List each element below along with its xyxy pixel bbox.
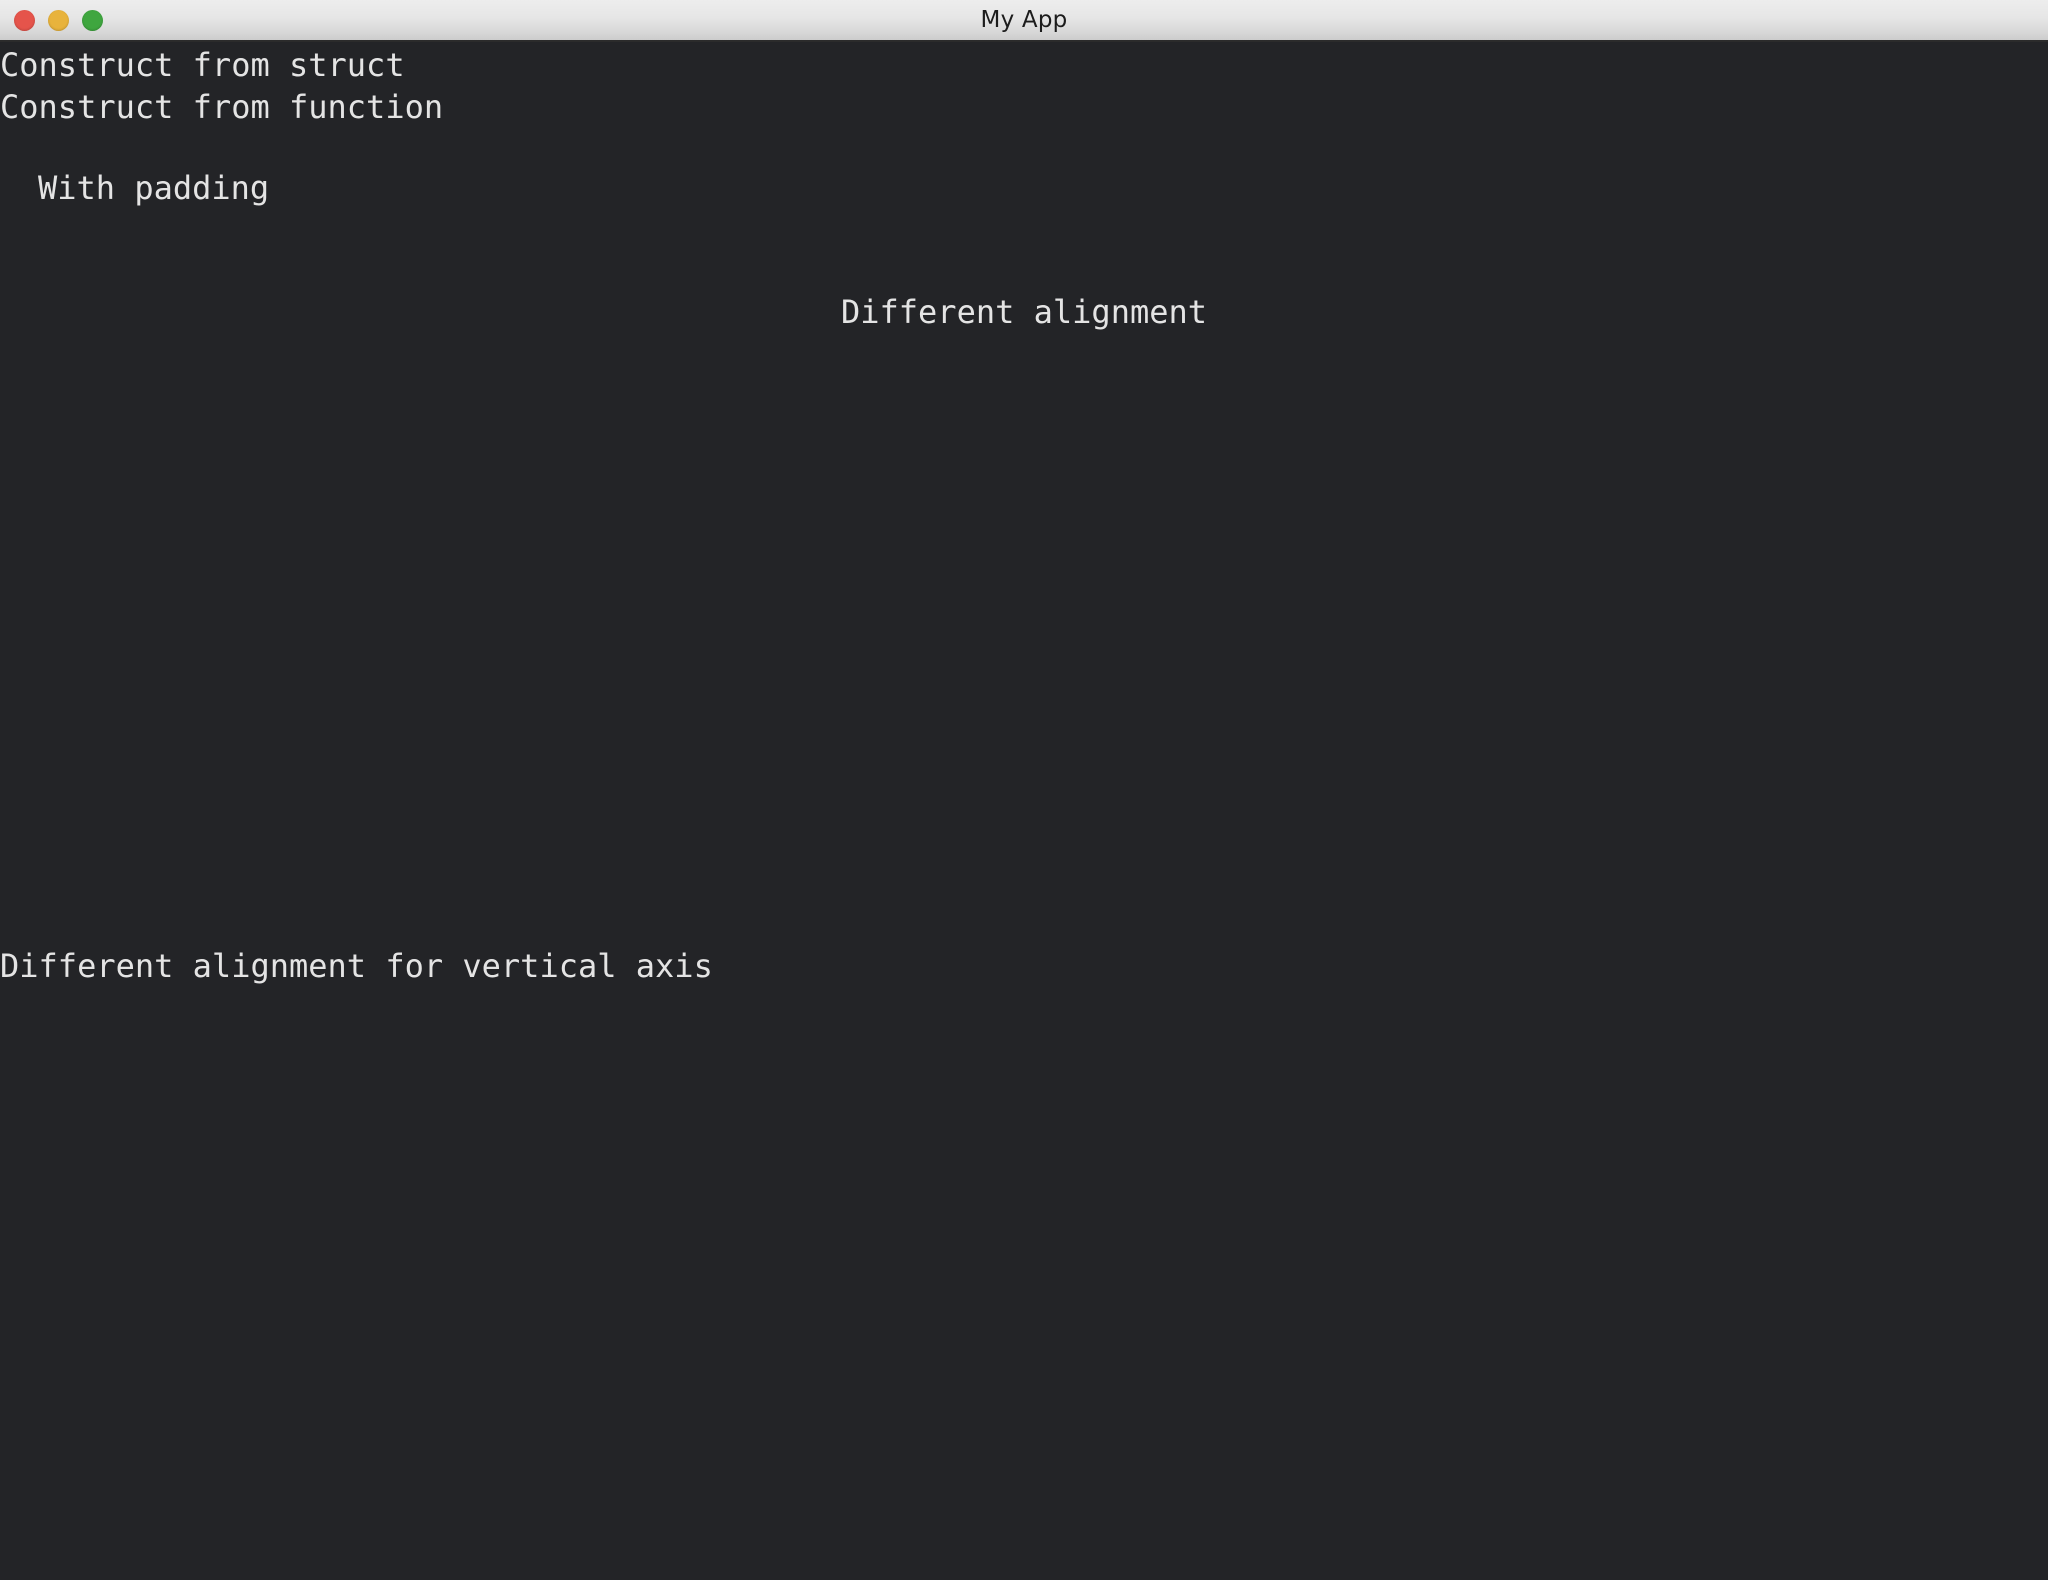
window-controls <box>14 0 103 40</box>
text-construct-from-function: Construct from function <box>0 88 444 126</box>
window-title: My App <box>980 7 1068 33</box>
close-button-icon[interactable] <box>14 9 35 31</box>
app-window: My App Construct from struct Construct f… <box>0 0 2048 1580</box>
content-area: Construct from struct Construct from fun… <box>0 42 2048 1580</box>
zoom-button-icon[interactable] <box>82 9 103 31</box>
text-construct-from-struct: Construct from struct <box>0 46 405 84</box>
minimize-button-icon[interactable] <box>48 9 69 31</box>
text-different-alignment-vertical-axis: Different alignment for vertical axis <box>0 947 713 985</box>
title-bar[interactable]: My App <box>0 0 2048 42</box>
text-with-padding: With padding <box>38 169 270 207</box>
text-different-alignment: Different alignment <box>840 293 1208 331</box>
